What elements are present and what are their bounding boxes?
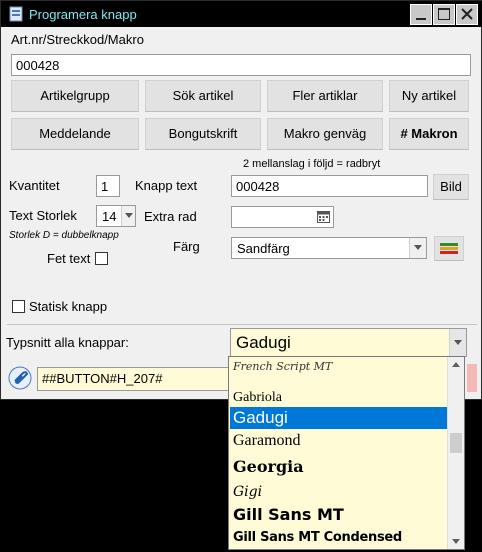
statisk-knapp-checkbox[interactable] [12,300,25,313]
font-dropdown-list[interactable]: French Script MT Gabriola Gadugi Garamon… [228,356,465,550]
storlek-hint: Storlek D = dubbelknapp [9,230,119,241]
chevron-down-icon [449,329,466,356]
close-button[interactable] [456,4,478,25]
close-icon [461,8,473,20]
meddelande-button[interactable]: Meddelande [11,118,139,150]
text-storlek-value: 14 [102,209,117,224]
farg-label: Färg [173,239,200,254]
minimize-button[interactable] [410,4,432,25]
minimize-icon [416,18,426,20]
dropdown-scrollbar[interactable] [447,357,464,549]
color-palette-button[interactable] [434,236,464,261]
scroll-thumb[interactable] [450,433,462,453]
chevron-down-icon [409,238,426,258]
macro-input[interactable]: ##BUTTON#H_207# [37,367,233,391]
color-palette-icon [440,243,458,254]
font-option[interactable]: Gabriola [230,389,448,407]
program-button-dialog: Programera knapp Art.nr/Streckkod/Makro … [0,0,482,400]
title-bar: Programera knapp [1,1,482,27]
makron-button[interactable]: # Makron [389,118,469,150]
font-option-selected[interactable]: Gadugi [230,407,448,429]
knapp-text-label: Knapp text [135,178,198,193]
font-option[interactable]: Gill Sans MT Condensed [230,528,448,548]
chevron-down-icon [121,206,135,226]
artnr-label: Art.nr/Streckkod/Makro [11,32,144,47]
bongutskrift-button[interactable]: Bongutskrift [145,118,261,150]
makro-genvag-button[interactable]: Makro genväg [267,118,383,150]
scroll-up-icon[interactable] [452,362,460,367]
farg-value: Sandfärg [237,241,290,256]
kvantitet-value: 1 [101,179,109,194]
text-storlek-label: Text Storlek [9,208,77,223]
radbryt-hint: 2 mellanslag i följd = radbryt [243,158,381,170]
macro-value: ##BUTTON#H_207# [42,371,163,386]
artnr-value: 000428 [16,58,60,73]
scroll-down-icon[interactable] [452,539,460,544]
knapp-text-input[interactable]: 000428 [231,175,428,197]
fler-artiklar-button[interactable]: Fler artiklar [267,80,383,112]
kvantitet-label: Kvantitet [9,178,60,193]
text-storlek-select[interactable]: 14 [96,205,136,227]
font-option[interactable]: Georgia [230,455,448,479]
app-icon [9,6,23,22]
artnr-input[interactable]: 000428 [11,54,471,76]
divider [7,324,477,325]
font-option[interactable]: French Script MT [230,357,448,377]
maximize-icon [438,8,450,20]
extra-rad-label: Extra rad [144,209,197,224]
fet-text-label: Fet text [47,251,91,266]
typsnitt-value: Gadugi [236,333,291,352]
farg-select[interactable]: Sandfärg [231,237,427,259]
statisk-knapp-label: Statisk knapp [29,299,108,314]
sok-artikel-button[interactable]: Sök artikel [145,80,261,112]
macro-status-indicator [467,364,477,392]
fet-text-checkbox[interactable] [95,252,108,265]
window-title: Programera knapp [29,7,137,22]
ny-artikel-button[interactable]: Ny artikel [389,80,469,112]
knapp-text-value: 000428 [236,179,280,194]
font-option[interactable]: Gill Sans MT [230,504,448,526]
maximize-button[interactable] [433,4,455,25]
bild-button[interactable]: Bild [433,174,469,200]
extra-rad-input[interactable] [231,206,334,228]
font-option[interactable]: Gigi [230,481,448,503]
typsnitt-label: Typsnitt alla knappar: [6,335,129,350]
font-option[interactable]: Garamond [230,430,448,452]
typsnitt-select[interactable]: Gadugi [230,328,467,357]
kvantitet-input[interactable]: 1 [96,175,120,197]
calendar-icon[interactable] [317,210,330,223]
paperclip-icon[interactable] [8,366,32,390]
artikelgrupp-button[interactable]: Artikelgrupp [11,80,139,112]
